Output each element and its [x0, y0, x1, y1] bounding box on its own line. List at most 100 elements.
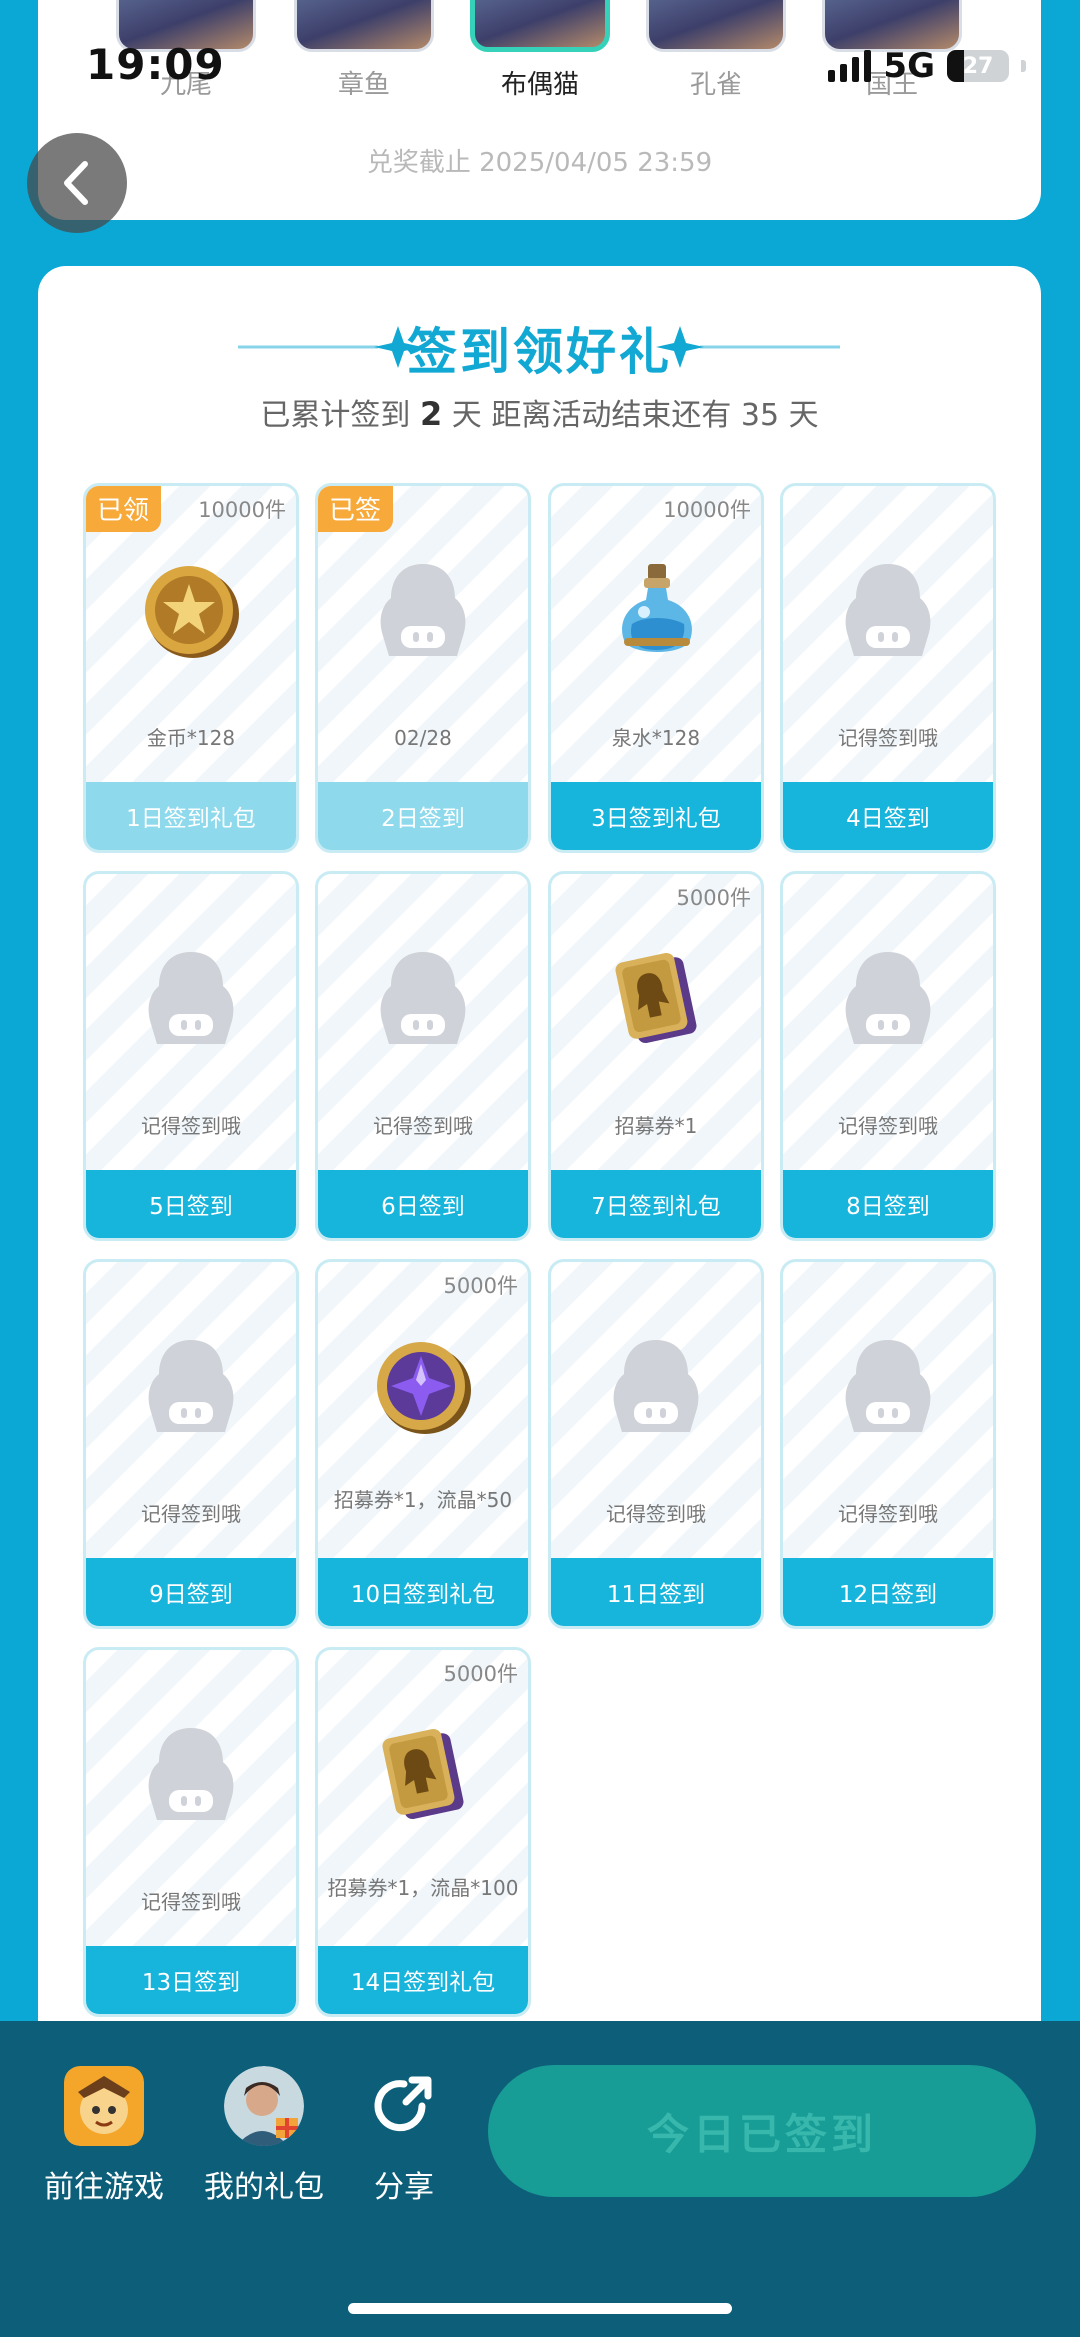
reward-text: 金币*128	[146, 726, 236, 750]
battery-level: 27	[962, 53, 994, 79]
sparkle-divider-right-icon	[656, 326, 840, 368]
checkin-day-cell[interactable]: 已领 10000件金币*128 1日签到礼包	[83, 483, 299, 853]
checkin-day-cell[interactable]: 5000件招募券*1 7日签到礼包	[548, 871, 764, 1241]
checkin-day-button[interactable]: 8日签到	[783, 1170, 993, 1238]
checkin-day-cell[interactable]: 记得签到哦 12日签到	[780, 1259, 996, 1629]
checkin-day-button[interactable]: 4日签到	[783, 782, 993, 850]
checkin-day-cell[interactable]: 记得签到哦 4日签到	[780, 483, 996, 853]
crystal-coin-icon	[318, 1334, 528, 1438]
signal-icon	[828, 50, 872, 82]
mascot-placeholder-icon	[86, 1334, 296, 1438]
my-gifts-button[interactable]: 我的礼包	[204, 2066, 324, 2206]
hero-name: 孔雀	[689, 70, 742, 100]
checkin-day-button[interactable]: 14日签到礼包	[318, 1946, 528, 2014]
reward-text: 记得签到哦	[838, 1502, 938, 1526]
checkin-day-cell[interactable]: 记得签到哦 8日签到	[780, 871, 996, 1241]
redeem-deadline: 兑奖截止 2025/04/05 23:59	[366, 148, 713, 178]
share-icon	[364, 2066, 444, 2146]
go-to-game-button[interactable]: 前往游戏	[44, 2066, 164, 2206]
checkin-day-button[interactable]: 6日签到	[318, 1170, 528, 1238]
checkin-day-button[interactable]: 10日签到礼包	[318, 1558, 528, 1626]
spring-water-potion-icon	[551, 558, 761, 662]
chevron-left-icon	[64, 161, 88, 205]
claimed-tag: 已领	[86, 486, 162, 532]
hero-avatar	[822, 0, 962, 52]
checkin-day-cell[interactable]: 记得签到哦 9日签到	[83, 1259, 299, 1629]
checkin-day-button[interactable]: 7日签到礼包	[551, 1170, 761, 1238]
checkin-day-cell[interactable]: 10000件泉水*128 3日签到礼包	[548, 483, 764, 853]
reward-text: 记得签到哦	[838, 726, 938, 750]
status-indicators: 5G 27	[828, 46, 1026, 86]
reward-text: 招募券*1	[614, 1114, 698, 1138]
game-app-icon	[64, 2066, 144, 2146]
home-indicator	[348, 2303, 732, 2314]
hero-avatar	[646, 0, 786, 52]
reward-text: 招募券*1，流晶*50	[333, 1488, 513, 1512]
hero-avatar	[470, 0, 610, 52]
summary-remaining: 天 距离活动结束还有 35 天	[451, 398, 819, 433]
mascot-placeholder-icon	[318, 946, 528, 1050]
checkin-heading-row: 签到领好礼	[38, 312, 1041, 382]
hero-avatar	[294, 0, 434, 52]
reward-text: 02/28	[394, 726, 452, 750]
hero-option-2[interactable]: 章鱼	[294, 0, 434, 101]
reward-text: 记得签到哦	[606, 1502, 706, 1526]
stock-count: 10000件	[198, 498, 286, 522]
status-time: 19:09	[86, 40, 225, 89]
mascot-placeholder-icon	[551, 1334, 761, 1438]
checkin-day-cell[interactable]: 记得签到哦 6日签到	[315, 871, 531, 1241]
hero-option-4[interactable]: 孔雀	[646, 0, 786, 101]
reward-text: 泉水*128	[611, 726, 701, 750]
checkin-title: 签到领好礼	[407, 323, 672, 381]
back-button[interactable]	[27, 133, 127, 233]
share-button[interactable]: 分享	[364, 2066, 444, 2206]
checkin-grid: 已领 10000件金币*128 1日签到礼包 已签 02/28 2日签到 10000件泉水*…	[83, 483, 997, 2017]
checkin-day-button[interactable]: 3日签到礼包	[551, 782, 761, 850]
checkin-card: 签到领好礼 已累计签到 2 天 距离活动结束还有 35 天 已领 10000件金币…	[38, 266, 1041, 2066]
reward-text: 记得签到哦	[141, 1890, 241, 1914]
checkin-summary: 已累计签到 2 天 距离活动结束还有 35 天	[38, 390, 1041, 434]
checkin-day-button[interactable]: 5日签到	[86, 1170, 296, 1238]
checkin-day-button[interactable]: 9日签到	[86, 1558, 296, 1626]
mascot-placeholder-icon	[783, 946, 993, 1050]
hero-selection-card: 九尾 章鱼 布偶猫 孔雀 国王 兑奖截止 2025/04/05 23:59	[38, 0, 1041, 220]
checkin-day-cell[interactable]: 记得签到哦 5日签到	[83, 871, 299, 1241]
reward-text: 记得签到哦	[838, 1114, 938, 1138]
mascot-placeholder-icon	[86, 946, 296, 1050]
mascot-placeholder-icon	[318, 558, 528, 662]
my-gifts-label: 我的礼包	[204, 2170, 324, 2205]
stock-count: 5000件	[676, 886, 751, 910]
gold-coin-icon	[86, 558, 296, 662]
share-label: 分享	[374, 2170, 434, 2205]
reward-text: 记得签到哦	[373, 1114, 473, 1138]
battery-icon: 27	[947, 50, 1009, 82]
checkin-day-button[interactable]: 11日签到	[551, 1558, 761, 1626]
gift-avatar-icon	[224, 2066, 304, 2146]
stock-count: 5000件	[443, 1274, 518, 1298]
checkin-day-cell[interactable]: 5000件招募券*1，流晶*50 10日签到礼包	[315, 1259, 531, 1629]
checkin-day-cell[interactable]: 记得签到哦 11日签到	[548, 1259, 764, 1629]
stock-count: 10000件	[663, 498, 751, 522]
recruit-ticket-icon	[318, 1722, 528, 1826]
reward-text: 记得签到哦	[141, 1114, 241, 1138]
network-type: 5G	[883, 46, 935, 86]
hero-option-3[interactable]: 布偶猫	[470, 0, 610, 101]
claimed-tag: 已签	[318, 486, 394, 532]
checkin-day-button[interactable]: 2日签到	[318, 782, 528, 850]
checkin-day-button[interactable]: 12日签到	[783, 1558, 993, 1626]
checkin-day-cell[interactable]: 5000件 招募券*1，流晶*100 14日签到礼包	[315, 1647, 531, 2017]
checkin-day-button[interactable]: 13日签到	[86, 1946, 296, 2014]
reward-text: 记得签到哦	[141, 1502, 241, 1526]
checkin-day-cell[interactable]: 已签 02/28 2日签到	[315, 483, 531, 853]
checkin-day-cell[interactable]: 记得签到哦 13日签到	[83, 1647, 299, 2017]
signed-today-button[interactable]: 今日已签到	[488, 2065, 1036, 2197]
mascot-placeholder-icon	[783, 558, 993, 662]
hero-name: 章鱼	[337, 70, 390, 100]
mascot-placeholder-icon	[86, 1722, 296, 1826]
recruit-ticket-icon	[551, 946, 761, 1050]
hero-name: 布偶猫	[500, 70, 579, 100]
go-to-game-label: 前往游戏	[44, 2170, 164, 2205]
bottom-action-bar: 前往游戏 我的礼包 分享 今日已签到	[0, 2021, 1080, 2337]
stock-count: 5000件	[443, 1662, 518, 1686]
checkin-day-button[interactable]: 1日签到礼包	[86, 782, 296, 850]
